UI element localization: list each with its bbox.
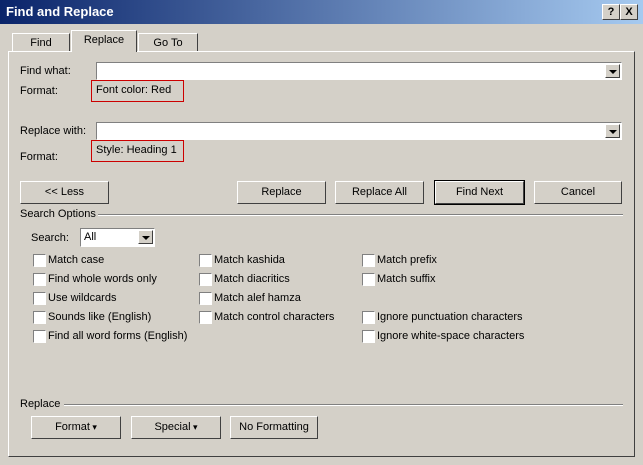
ignore-punctuation-label: Ignore punctuation characters [377,311,523,323]
find-whole-words-label: Find whole words only [48,273,157,285]
title-bar: Find and Replace ? X [0,0,643,24]
search-label: Search: [31,232,69,244]
replace-with-label: Replace with: [20,125,87,137]
match-suffix-checkbox[interactable] [362,273,375,286]
replace-dropdown-arrow-icon[interactable] [605,124,620,138]
match-suffix-label: Match suffix [377,273,436,285]
search-options-heading: Search Options [20,208,96,220]
no-formatting-button[interactable]: No Formatting [230,416,318,439]
use-wildcards-label: Use wildcards [48,292,117,304]
replace-button[interactable]: Replace [237,181,326,204]
match-diacritics-checkbox[interactable] [199,273,212,286]
special-menu-button[interactable]: Special [131,416,221,439]
match-diacritics-label: Match diacritics [214,273,290,285]
close-button[interactable]: X [620,4,638,20]
sounds-like-label: Sounds like (English) [48,311,152,323]
help-button[interactable]: ? [602,4,620,20]
find-format-label: Format: [20,85,58,97]
tab-replace[interactable]: Replace [71,30,137,52]
match-control-characters-checkbox[interactable] [199,311,212,324]
search-options-divider [98,214,623,216]
match-alef-hamza-checkbox[interactable] [199,292,212,305]
match-kashida-checkbox[interactable] [199,254,212,267]
replace-format-value: Style: Heading 1 [91,140,184,162]
replace-section-heading: Replace [20,398,61,410]
sounds-like-checkbox[interactable] [33,311,46,324]
match-case-checkbox[interactable] [33,254,46,267]
match-prefix-label: Match prefix [377,254,437,266]
cancel-button[interactable]: Cancel [534,181,622,204]
replace-with-combo[interactable] [96,122,622,140]
tab-find[interactable]: Find [12,33,70,52]
search-direction-value: All [84,231,97,243]
match-kashida-label: Match kashida [214,254,285,266]
match-control-characters-label: Match control characters [214,311,335,323]
search-dropdown-arrow-icon[interactable] [138,230,153,244]
find-all-word-forms-label: Find all word forms (English) [48,330,188,342]
find-dropdown-arrow-icon[interactable] [605,64,620,78]
match-alef-hamza-label: Match alef hamza [214,292,301,304]
format-menu-button[interactable]: Format [31,416,121,439]
replace-section-divider [64,404,623,406]
ignore-white-space-label: Ignore white-space characters [377,330,525,342]
tab-go-to[interactable]: Go To [138,33,198,52]
less-button[interactable]: << Less [20,181,109,204]
find-next-button[interactable]: Find Next [434,180,525,205]
find-what-combo[interactable] [96,62,622,80]
ignore-white-space-checkbox[interactable] [362,330,375,343]
match-prefix-checkbox[interactable] [362,254,375,267]
find-what-label: Find what: [20,65,71,77]
replace-format-label: Format: [20,151,58,163]
use-wildcards-checkbox[interactable] [33,292,46,305]
replace-all-button[interactable]: Replace All [335,181,424,204]
find-format-value: Font color: Red [91,80,184,102]
search-direction-select[interactable]: All [80,228,155,247]
match-case-label: Match case [48,254,105,266]
ignore-punctuation-checkbox[interactable] [362,311,375,324]
find-whole-words-checkbox[interactable] [33,273,46,286]
find-all-word-forms-checkbox[interactable] [33,330,46,343]
window-title: Find and Replace [6,4,114,19]
